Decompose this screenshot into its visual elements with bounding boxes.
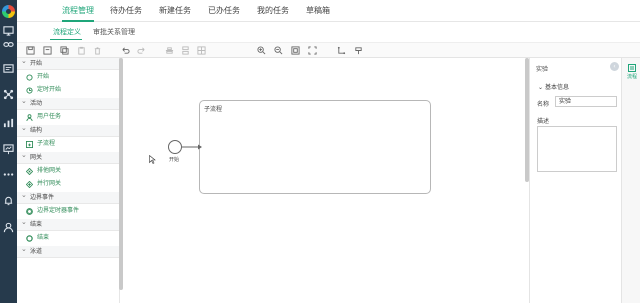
palette-item-label: 并行网关 (37, 180, 62, 187)
tab-new-task[interactable]: 新建任务 (159, 0, 191, 22)
redo-icon[interactable] (135, 44, 148, 57)
side-tab-label: 流程 (626, 74, 637, 80)
presentation-icon[interactable] (2, 143, 15, 156)
subprocess-icon (26, 140, 33, 148)
description-label: 描述 (537, 118, 550, 125)
palette-category-gateway[interactable]: 网关 (17, 149, 119, 164)
palette-item-end[interactable]: 结束 (17, 231, 119, 244)
name-label: 名称 (537, 101, 550, 108)
right-side-tab-strip: 流程 (621, 58, 640, 303)
sequence-flow-arrow[interactable] (182, 143, 202, 151)
save-icon[interactable] (24, 44, 37, 57)
palette-category-activity[interactable]: 活动 (17, 95, 119, 110)
more-icon[interactable] (2, 168, 15, 181)
top-nav: 流程管理 待办任务 新建任务 已办任务 我的任务 草稿箱 (17, 0, 640, 22)
mouse-cursor-icon (149, 155, 156, 164)
desktop-icon[interactable] (2, 24, 15, 37)
palette-item-timer-start[interactable]: 定时开始 (17, 83, 119, 96)
network-icon[interactable] (2, 88, 15, 101)
chart-icon[interactable] (2, 116, 15, 129)
subtab-approval-relations[interactable]: 审批关系管理 (93, 27, 135, 37)
properties-panel: 实验 ‹ ⌄ 基本信息 名称 实验 描述 (529, 58, 621, 303)
distribute-icon[interactable] (179, 44, 192, 57)
palette-item-label: 开始 (37, 73, 50, 80)
palette-item-exclusive-gateway[interactable]: 排他网关 (17, 164, 119, 177)
app-root: 流程管理 待办任务 新建任务 已办任务 我的任务 草稿箱 流程定义 审批关系管理… (0, 0, 640, 303)
tab-process-management[interactable]: 流程管理 (62, 0, 94, 22)
palette-item-parallel-gateway[interactable]: 并行网关 (17, 177, 119, 190)
card-icon[interactable] (2, 62, 15, 75)
user-icon[interactable] (2, 221, 15, 234)
connector-icon[interactable] (335, 44, 348, 57)
end-event-icon (26, 234, 33, 242)
palette-item-label: 排他网关 (37, 167, 62, 174)
palette-category-start[interactable]: 开始 (17, 58, 119, 70)
zoom-out-icon[interactable] (272, 44, 285, 57)
fullscreen-icon[interactable] (306, 44, 319, 57)
layout-icon[interactable] (352, 44, 365, 57)
tab-drafts[interactable]: 草稿箱 (306, 0, 330, 22)
start-event-icon (26, 73, 33, 81)
user-task-icon (26, 113, 33, 122)
palette-item-label: 用户任务 (37, 113, 62, 120)
bell-icon[interactable] (2, 194, 15, 207)
boundary-timer-icon (26, 207, 33, 215)
section-label: 基本信息 (544, 84, 569, 91)
element-palette: 开始 开始 定时开始 活动 用户任务 结构 子流程 网关 排他网关 并行网关 边… (17, 58, 120, 303)
palette-item-subprocess[interactable]: 子流程 (17, 137, 119, 150)
tab-my-tasks[interactable]: 我的任务 (257, 0, 289, 22)
exclusive-gateway-icon (25, 167, 34, 176)
link-icon[interactable] (2, 38, 15, 51)
subprocess-node[interactable]: 子流程 (199, 100, 431, 194)
app-logo[interactable] (2, 5, 15, 18)
collapse-panel-icon[interactable]: ‹ (610, 62, 619, 71)
palette-item-start[interactable]: 开始 (17, 70, 119, 83)
palette-item-label: 结束 (37, 234, 50, 241)
group-icon[interactable] (195, 44, 208, 57)
name-field[interactable]: 实验 (555, 96, 617, 107)
section-basic-info[interactable]: ⌄ 基本信息 (538, 82, 569, 91)
process-properties-icon (628, 64, 636, 72)
sub-nav: 流程定义 审批关系管理 (17, 22, 640, 42)
palette-category-boundary-event[interactable]: 边界事件 (17, 189, 119, 204)
tab-todo-tasks[interactable]: 待办任务 (110, 0, 142, 22)
palette-category-swimlane[interactable]: 泳道 (17, 243, 119, 258)
left-rail (0, 0, 17, 303)
undo-icon[interactable] (119, 44, 132, 57)
subtab-underline (50, 39, 82, 40)
paste-icon[interactable] (75, 44, 88, 57)
palette-item-boundary-timer[interactable]: 边界定时器事件 (17, 204, 119, 217)
start-event-label: 开始 (169, 157, 180, 163)
palette-item-label: 定时开始 (37, 86, 62, 93)
copy-icon[interactable] (58, 44, 71, 57)
align-icon[interactable] (163, 44, 176, 57)
tab-done-tasks[interactable]: 已办任务 (208, 0, 240, 22)
description-field[interactable] (537, 126, 617, 172)
parallel-gateway-icon (25, 180, 34, 189)
timer-icon (26, 86, 33, 94)
start-event-node[interactable] (168, 140, 182, 154)
tab-process-properties[interactable]: 流程 (624, 64, 640, 80)
palette-category-structure[interactable]: 结构 (17, 122, 119, 137)
properties-title: 实验 (536, 66, 549, 73)
palette-item-label: 边界定时器事件 (37, 207, 80, 214)
palette-category-end[interactable]: 结束 (17, 216, 119, 231)
palette-item-user-task[interactable]: 用户任务 (17, 110, 119, 123)
zoom-in-icon[interactable] (255, 44, 268, 57)
fit-icon[interactable] (289, 44, 302, 57)
cut-icon[interactable] (41, 44, 54, 57)
palette-item-label: 子流程 (37, 140, 56, 147)
subtab-process-definition[interactable]: 流程定义 (53, 27, 81, 37)
subprocess-label: 子流程 (204, 106, 223, 113)
delete-icon[interactable] (91, 44, 104, 57)
editor-toolbar (17, 42, 640, 58)
